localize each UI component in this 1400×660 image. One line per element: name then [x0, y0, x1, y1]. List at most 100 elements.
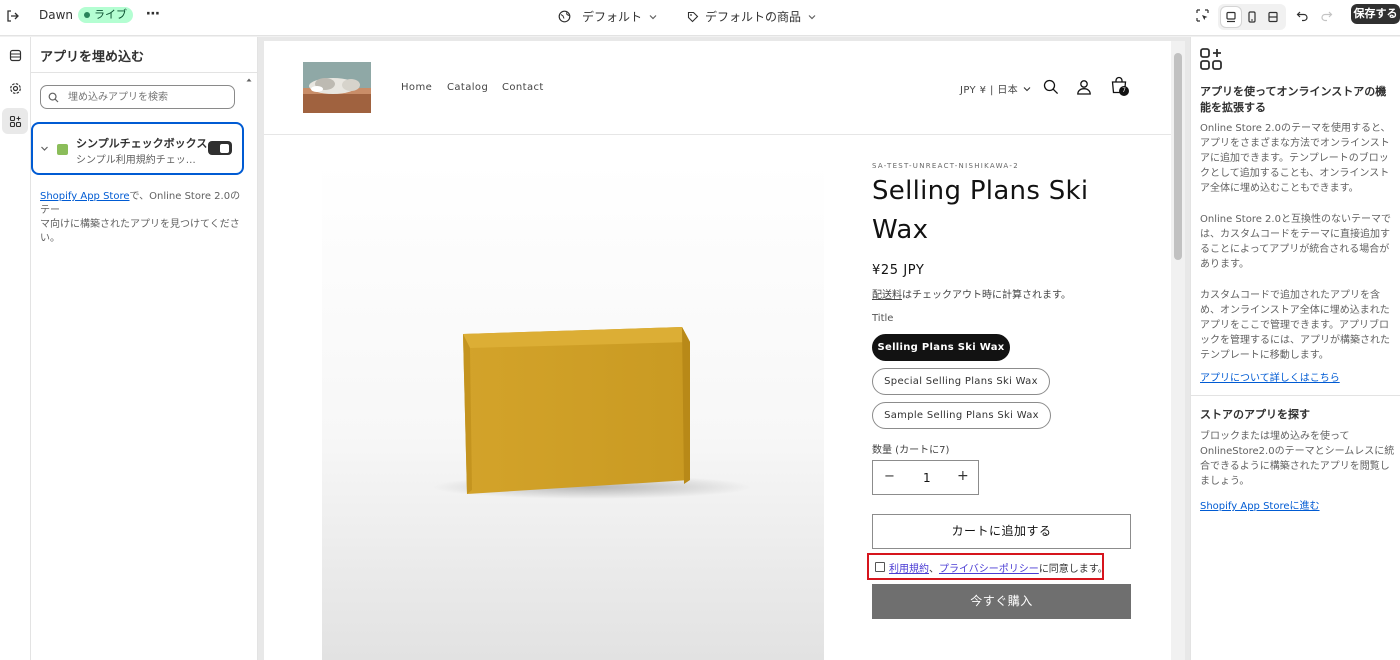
- product-image[interactable]: [322, 162, 824, 660]
- para4-line: ましょう。: [1200, 476, 1250, 487]
- info-paragraph-3: カスタムコードで追加されたアプリを含 め、オンラインストア全体に埋め込まれた ア…: [1200, 288, 1398, 363]
- para4-line: OnlineStore2.0のテーマとシームレスに統: [1200, 446, 1395, 457]
- variant-option-1[interactable]: Selling Plans Ski Wax: [872, 334, 1010, 361]
- para3-line: ックを管理するには、アプリが構築された: [1200, 335, 1390, 346]
- search-icon[interactable]: [1043, 79, 1059, 95]
- redo-icon[interactable]: [1320, 9, 1333, 22]
- fullscreen-view-button[interactable]: [1263, 7, 1283, 27]
- variant-option-2[interactable]: Special Selling Plans Ski Wax: [872, 368, 1050, 395]
- nav-home[interactable]: Home: [401, 82, 432, 93]
- privacy-policy-link[interactable]: プライバシーポリシー: [939, 564, 1039, 575]
- para1-line: ア全体に埋め込むこともできます。: [1200, 183, 1359, 194]
- app-info-panel: アプリを使ってオンラインストアの機 能を拡張する Online Store 2.…: [1190, 37, 1400, 660]
- product-title-line-1: Selling Plans Ski: [872, 176, 1089, 206]
- inspector-icon[interactable]: [1196, 9, 1209, 22]
- template-select[interactable]: デフォルト: [558, 8, 658, 25]
- store-logo[interactable]: [303, 62, 371, 113]
- sections-icon[interactable]: [2, 42, 28, 68]
- go-to-app-store-link[interactable]: Shopify App Storeに進む: [1200, 497, 1320, 512]
- app-name: シンプルチェックボックス: [76, 137, 208, 150]
- app-embed-card[interactable]: シンプルチェックボックス シンプル利用規約チェッ…: [31, 122, 244, 175]
- preview-scrollbar-thumb[interactable]: [1174, 53, 1182, 260]
- quantity-minus-button[interactable]: −: [884, 469, 895, 484]
- product-select-label: デフォルトの商品: [705, 10, 802, 24]
- info-heading-line-2: 能を拡張する: [1200, 101, 1266, 114]
- para1-line: Online Store 2.0のテーマを使用すると、: [1200, 123, 1391, 134]
- product-select[interactable]: デフォルトの商品: [687, 8, 817, 25]
- terms-suffix: に同意します。: [1038, 564, 1108, 575]
- app-icon: [57, 144, 68, 155]
- app-embed-toggle[interactable]: [208, 141, 232, 155]
- more-actions-button[interactable]: ⋯: [146, 6, 160, 22]
- para2-line: あります。: [1200, 259, 1249, 270]
- shipping-text: はチェックアウト時に計算されます。: [902, 290, 1071, 301]
- exit-icon[interactable]: [5, 9, 19, 23]
- info-paragraph-2: Online Store 2.0と互換性のないテーマで は、カスタムコードをテー…: [1200, 212, 1398, 272]
- quantity-stepper: − 1 +: [872, 460, 979, 495]
- quantity-plus-button[interactable]: +: [957, 468, 969, 484]
- buy-now-button[interactable]: 今すぐ購入: [872, 584, 1131, 619]
- nav-catalog[interactable]: Catalog: [447, 82, 488, 93]
- save-button[interactable]: 保存する: [1351, 4, 1400, 24]
- device-view-group: [1218, 4, 1286, 30]
- learn-about-apps-link[interactable]: アプリについて詳しくはこちら: [1200, 369, 1340, 384]
- chevron-down-icon[interactable]: [40, 144, 49, 153]
- terms-separator: 、: [929, 564, 939, 575]
- product-price: ¥25 JPY: [872, 263, 925, 278]
- panel-title: アプリを埋め込む: [40, 50, 145, 65]
- para2-line: ることによってアプリが統合される場合が: [1200, 244, 1390, 255]
- top-bar: Dawn ライブ ⋯ デフォルト デフォルトの商品 保存する: [0, 0, 1400, 36]
- scroll-up-icon[interactable]: [246, 77, 252, 83]
- product-title: Selling Plans Ski Wax: [872, 172, 1088, 250]
- currency-select[interactable]: JPY ¥ | 日本: [960, 81, 1032, 96]
- search-box[interactable]: [40, 85, 235, 109]
- tag-icon: [687, 11, 699, 23]
- divider: [31, 72, 257, 73]
- app-store-hint: Shopify App Storeで、Online Store 2.0のテー マ…: [40, 190, 248, 246]
- terms-checkbox[interactable]: [875, 562, 885, 572]
- search-input[interactable]: [68, 87, 218, 107]
- app-subtitle: シンプル利用規約チェッ…: [76, 155, 196, 166]
- chevron-down-icon: [807, 12, 817, 22]
- shipping-link[interactable]: 配送料: [872, 290, 902, 301]
- option-label: Title: [872, 313, 894, 324]
- para1-line: クとして追加することも、オンラインスト: [1200, 168, 1390, 179]
- info-heading: アプリを使ってオンラインストアの機 能を拡張する: [1200, 84, 1396, 116]
- info-heading-line-1: アプリを使ってオンラインストアの機: [1200, 85, 1387, 98]
- product-vendor: SA-TEST-UNREACT-NISHIKAWA-2: [872, 162, 1019, 170]
- undo-icon[interactable]: [1296, 9, 1309, 22]
- para2-line: は、カスタムコードをテーマに直接追加す: [1200, 229, 1390, 240]
- nav-contact[interactable]: Contact: [502, 82, 544, 93]
- toggle-knob: [220, 143, 229, 153]
- status-badge-label: ライブ: [94, 8, 127, 21]
- gear-icon[interactable]: [2, 75, 28, 101]
- terms-text: 利用規約、プライバシーポリシーに同意します。: [889, 560, 1108, 575]
- info-paragraph-4: ブロックまたは埋め込みを使って OnlineStore2.0のテーマとシームレス…: [1200, 429, 1398, 489]
- hint-text-3: い。: [40, 233, 60, 244]
- add-to-cart-button[interactable]: カートに追加する: [872, 514, 1131, 549]
- terms-link[interactable]: 利用規約: [889, 564, 929, 575]
- mobile-view-button[interactable]: [1242, 7, 1262, 27]
- find-apps-heading: ストアのアプリを探す: [1200, 408, 1310, 421]
- info-paragraph-1: Online Store 2.0のテーマを使用すると、 アプリをさまざまな方法で…: [1200, 121, 1398, 196]
- account-icon[interactable]: [1076, 79, 1092, 95]
- header-divider: [264, 134, 1171, 135]
- hint-text-2: マ向けに構築されたアプリを見つけてくださ: [40, 219, 240, 230]
- quantity-label: 数量 (カートに7): [872, 445, 950, 456]
- globe-icon: [558, 10, 571, 23]
- para4-line: ブロックまたは埋め込みを使って: [1200, 431, 1350, 442]
- shopify-app-store-link[interactable]: Shopify App Store: [40, 191, 130, 202]
- theme-name: Dawn: [39, 8, 74, 22]
- desktop-view-button[interactable]: [1221, 7, 1241, 27]
- para4-line: 合できるように構築されたアプリを閲覧し: [1200, 461, 1390, 472]
- variant-option-3[interactable]: Sample Selling Plans Ski Wax: [872, 402, 1051, 429]
- cart-icon[interactable]: 7: [1110, 76, 1132, 98]
- para2-line: Online Store 2.0と互換性のないテーマで: [1200, 214, 1391, 225]
- terms-agreement-highlight: 利用規約、プライバシーポリシーに同意します。: [867, 553, 1108, 580]
- app-embeds-icon[interactable]: [2, 108, 28, 134]
- divider: [1191, 395, 1400, 396]
- status-badge: ライブ: [78, 7, 133, 23]
- quantity-input[interactable]: 1: [923, 471, 931, 485]
- para3-line: カスタムコードで追加されたアプリを含: [1200, 290, 1380, 301]
- para3-line: め、オンラインストア全体に埋め込まれた: [1200, 305, 1390, 316]
